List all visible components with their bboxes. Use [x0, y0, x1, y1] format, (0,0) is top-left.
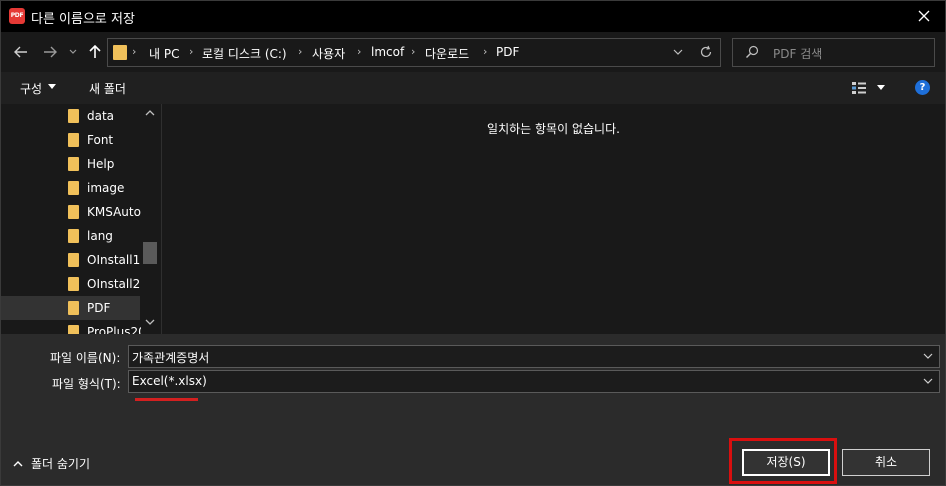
tree-item-proplus[interactable]: ProPlus20 [1, 320, 146, 334]
address-history-button[interactable] [673, 46, 683, 60]
search-icon [746, 45, 759, 58]
filename-input[interactable]: 가족관계증명서 [128, 345, 940, 368]
tree-item-oinstall1[interactable]: OInstall1 [1, 248, 140, 272]
folder-icon [68, 181, 79, 195]
breadcrumb-separator: › [357, 45, 362, 58]
back-button[interactable] [11, 42, 31, 62]
organize-menu-button[interactable]: 구성 [20, 80, 42, 97]
breadcrumb-user[interactable]: lmcof [371, 45, 404, 59]
save-button[interactable]: 저장(S) [742, 449, 830, 476]
filename-label: 파일 이름(N): [50, 351, 121, 365]
folder-icon [113, 45, 127, 60]
tree-item-oinstall2[interactable]: OInstall2 [1, 272, 140, 296]
breadcrumb-this-pc[interactable]: 내 PC [149, 45, 179, 62]
back-arrow-icon [14, 46, 27, 58]
folder-icon [68, 205, 79, 219]
tree-item-label: PDF [87, 301, 111, 315]
folder-icon [68, 301, 79, 315]
tree-item-label: image [87, 181, 125, 195]
tree-item-label: OInstall1 [87, 253, 141, 267]
scroll-down-icon[interactable] [145, 319, 155, 326]
search-input[interactable]: PDF 검색 [732, 38, 935, 67]
filetype-value: Excel(*.xlsx) [132, 374, 207, 388]
tree-item-lang[interactable]: lang [1, 224, 140, 248]
tree-item-label: ProPlus20 [87, 325, 146, 334]
breadcrumb-separator: › [189, 45, 194, 58]
caret-down-icon[interactable] [877, 85, 885, 90]
search-placeholder: PDF 검색 [773, 47, 823, 61]
tree-item-label: data [87, 109, 115, 123]
folder-icon [68, 157, 79, 171]
folder-icon [68, 253, 79, 267]
folder-icon [68, 133, 79, 147]
filetype-label: 파일 형식(T): [52, 377, 121, 391]
navigation-bar: › 내 PC › 로컬 디스크 (C:) › 사용자 › lmcof › 다운로… [1, 32, 945, 72]
address-bar[interactable]: › 내 PC › 로컬 디스크 (C:) › 사용자 › lmcof › 다운로… [107, 38, 721, 67]
folder-icon [68, 229, 79, 243]
tree-item-label: lang [87, 229, 113, 243]
scroll-up-icon[interactable] [145, 109, 155, 116]
close-icon [918, 10, 930, 22]
filename-value: 가족관계증명서 [132, 351, 210, 365]
refresh-icon [700, 45, 712, 58]
forward-button[interactable] [40, 42, 60, 62]
cancel-button[interactable]: 취소 [842, 449, 930, 476]
chevron-down-icon [69, 49, 77, 54]
navigation-tree: data Font Help image KMSAuto lang OInsta… [1, 104, 161, 334]
breadcrumb-local-disk[interactable]: 로컬 디스크 (C:) [202, 45, 287, 62]
tree-item-label: Help [87, 157, 115, 171]
save-as-dialog: PDF 다른 이름으로 저장 › 내 PC › 로컬 디스크 (C:) › 사용… [0, 0, 946, 486]
tree-item-data[interactable]: data [1, 104, 140, 128]
folder-icon [68, 277, 79, 291]
chevron-down-icon [673, 49, 683, 55]
hide-folders-button[interactable]: 폴더 숨기기 [13, 455, 90, 472]
forward-arrow-icon [44, 46, 57, 58]
breadcrumb-pdf[interactable]: PDF [496, 45, 519, 59]
tree-item-label: Font [87, 133, 114, 147]
save-form: 파일 이름(N): 가족관계증명서 파일 형식(T): Excel(*.xlsx… [1, 334, 945, 485]
annotation-underline [135, 398, 198, 401]
file-list[interactable]: 일치하는 항목이 없습니다. [162, 104, 945, 334]
scrollbar-thumb[interactable] [143, 242, 157, 264]
tree-item-image[interactable]: image [1, 176, 140, 200]
up-arrow-icon [89, 45, 101, 58]
caret-down-icon [48, 84, 56, 89]
up-button[interactable] [87, 42, 103, 62]
breadcrumb-downloads[interactable]: 다운로드 [425, 45, 469, 62]
close-button[interactable] [911, 5, 937, 27]
breadcrumb-separator: › [411, 45, 416, 58]
tree-item-label: KMSAuto [87, 205, 141, 219]
chevron-down-icon[interactable] [923, 353, 933, 360]
command-toolbar: 구성 새 폴더 ? [1, 72, 945, 104]
tree-item-help[interactable]: Help [1, 152, 140, 176]
breadcrumb-separator: › [298, 45, 303, 58]
tree-scrollbar[interactable] [141, 104, 161, 334]
chevron-up-icon [13, 461, 23, 467]
breadcrumb-separator: › [483, 45, 488, 58]
hide-folders-label: 폴더 숨기기 [31, 457, 91, 471]
filetype-select[interactable]: Excel(*.xlsx) [128, 370, 940, 393]
empty-message: 일치하는 항목이 없습니다. [487, 122, 620, 136]
breadcrumb-users[interactable]: 사용자 [312, 45, 345, 62]
tree-item-label: OInstall2 [87, 277, 141, 291]
recent-locations-button[interactable] [67, 42, 79, 62]
folder-icon [68, 325, 79, 334]
view-options-icon[interactable] [851, 81, 867, 95]
tree-item-pdf[interactable]: PDF [1, 296, 140, 320]
chevron-down-icon[interactable] [923, 378, 933, 385]
tree-item-kmsauto[interactable]: KMSAuto [1, 200, 141, 224]
pdf-app-icon: PDF [9, 8, 25, 24]
help-icon[interactable]: ? [915, 80, 930, 95]
new-folder-button[interactable]: 새 폴더 [89, 80, 126, 97]
tree-item-font[interactable]: Font [1, 128, 140, 152]
title-bar: PDF 다른 이름으로 저장 [1, 1, 945, 32]
breadcrumb-separator: › [132, 45, 137, 58]
folder-icon [68, 109, 79, 123]
refresh-button[interactable] [699, 45, 713, 62]
window-title: 다른 이름으로 저장 [31, 12, 135, 27]
